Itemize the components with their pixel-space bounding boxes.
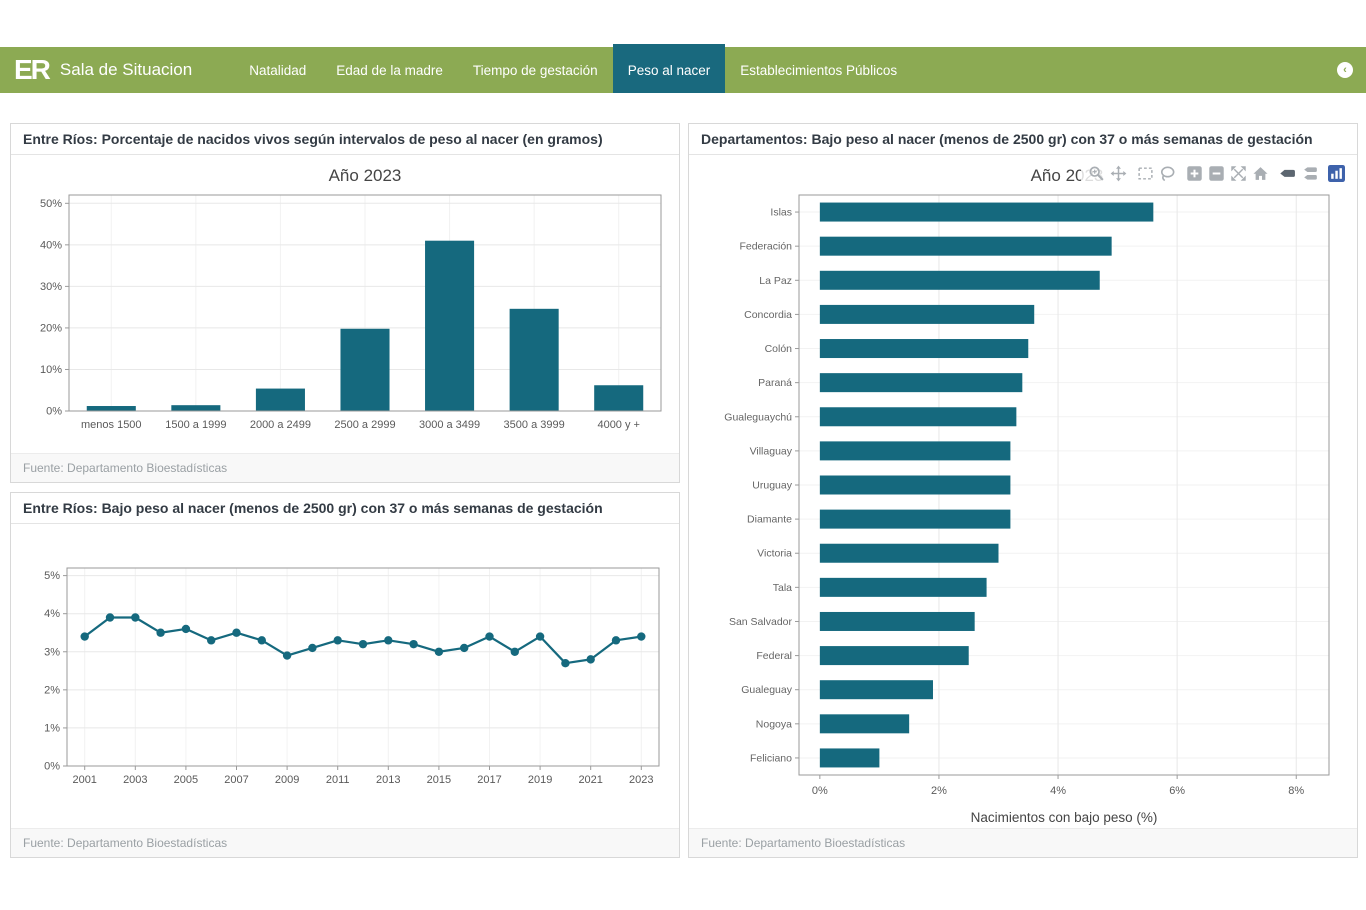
svg-text:6%: 6% xyxy=(1169,785,1185,797)
nav-item-tiempo-de-gestacion[interactable]: Tiempo de gestación xyxy=(458,47,613,93)
nav-item-edad-de-la-madre[interactable]: Edad de la madre xyxy=(321,47,458,93)
panel-departments-body: Año 2023 Islas Federación La Paz Concordia C… xyxy=(689,155,1357,828)
svg-text:2000 a 2499: 2000 a 2499 xyxy=(250,419,311,431)
panel-low-weight-trend: Entre Ríos: Bajo peso al nacer (menos de… xyxy=(10,492,680,858)
modebar-zoom-button[interactable] xyxy=(1088,165,1105,182)
svg-text:8%: 8% xyxy=(1288,785,1304,797)
svg-text:Gualeguay: Gualeguay xyxy=(741,684,793,696)
svg-text:Concordia: Concordia xyxy=(744,309,792,321)
brand: ER Sala de Situacion xyxy=(0,47,212,93)
svg-text:San Salvador: San Salvador xyxy=(729,616,793,628)
svg-text:Diamante: Diamante xyxy=(747,514,792,526)
svg-text:5%: 5% xyxy=(44,570,60,582)
svg-text:La Paz: La Paz xyxy=(759,275,792,287)
svg-text:20%: 20% xyxy=(40,322,62,334)
svg-text:3000 a 3499: 3000 a 3499 xyxy=(419,419,480,431)
collapse-button[interactable]: ‹ xyxy=(1337,62,1353,78)
svg-text:0%: 0% xyxy=(44,761,60,773)
modebar-plotly-logo[interactable] xyxy=(1328,165,1345,182)
modebar-zoom-in-button[interactable] xyxy=(1186,165,1203,182)
plotly-modebar xyxy=(1081,164,1347,183)
svg-text:Federal: Federal xyxy=(756,650,792,662)
chart-title-weights: Año 2023 xyxy=(17,157,673,189)
panel-weight-intervals: Entre Ríos: Porcentaje de nacidos vivos … xyxy=(10,123,680,483)
svg-text:Villaguay: Villaguay xyxy=(750,445,793,457)
svg-text:Gualeguaychú: Gualeguaychú xyxy=(724,411,792,423)
svg-text:2015: 2015 xyxy=(427,774,451,786)
svg-text:Nogoya: Nogoya xyxy=(756,718,792,730)
svg-text:Tala: Tala xyxy=(773,582,792,594)
svg-text:2003: 2003 xyxy=(123,774,147,786)
panel-low-weight-trend-body: 0% 1% 2% 3% 4% 5% 2001 2003 2005 2007 2009 2011 2013… xyxy=(11,524,679,828)
modebar-autoscale-button[interactable] xyxy=(1230,165,1247,182)
svg-text:3500 a 3999: 3500 a 3999 xyxy=(504,419,565,431)
svg-text:2001: 2001 xyxy=(72,774,96,786)
source-note-trend: Fuente: Departamento Bioestadísticas xyxy=(11,828,679,857)
svg-text:30%: 30% xyxy=(40,281,62,293)
chart-header-row: Año 2023 xyxy=(695,157,1351,191)
panel-weight-intervals-body: Año 2023 0% 10% 20% 30% 40% 50% menos 1500 1500… xyxy=(11,155,679,453)
svg-text:2007: 2007 xyxy=(224,774,248,786)
modebar-zoom-out-button[interactable] xyxy=(1208,165,1225,182)
source-note-weights: Fuente: Departamento Bioestadísticas xyxy=(11,453,679,482)
nav-item-establecimientos-publicos[interactable]: Establecimientos Públicos xyxy=(725,47,912,93)
svg-text:2009: 2009 xyxy=(275,774,299,786)
svg-text:Uruguay: Uruguay xyxy=(752,480,792,492)
svg-text:2011: 2011 xyxy=(326,774,350,786)
svg-text:menos 1500: menos 1500 xyxy=(81,419,142,431)
left-column: Entre Ríos: Porcentaje de nacidos vivos … xyxy=(10,123,680,858)
svg-text:Victoria: Victoria xyxy=(757,548,792,560)
panel-departments-title: Departamentos: Bajo peso al nacer (menos… xyxy=(689,124,1357,155)
svg-text:Colón: Colón xyxy=(765,343,793,355)
svg-text:50%: 50% xyxy=(40,198,62,210)
svg-text:2013: 2013 xyxy=(376,774,400,786)
panel-weight-intervals-title: Entre Ríos: Porcentaje de nacidos vivos … xyxy=(11,124,679,155)
top-navbar: ER Sala de Situacion NatalidadEdad de la… xyxy=(0,47,1366,93)
modebar-compare-hover-button[interactable] xyxy=(1301,165,1318,182)
nav-item-peso-al-nacer[interactable]: Peso al nacer xyxy=(613,44,726,93)
svg-text:Islas: Islas xyxy=(770,207,792,219)
svg-text:2500 a 2999: 2500 a 2999 xyxy=(334,419,395,431)
dashboard-content: Entre Ríos: Porcentaje de nacidos vivos … xyxy=(10,123,1356,858)
panel-low-weight-trend-title: Entre Ríos: Bajo peso al nacer (menos de… xyxy=(11,493,679,524)
panel-departments: Departamentos: Bajo peso al nacer (menos… xyxy=(688,123,1358,858)
svg-text:10%: 10% xyxy=(40,364,62,376)
svg-text:2%: 2% xyxy=(931,785,947,797)
bar-chart-weight-intervals[interactable]: 0% 10% 20% 30% 40% 50% menos 1500 1500 a 1999 20… xyxy=(17,189,673,451)
svg-text:4%: 4% xyxy=(1050,785,1066,797)
svg-text:3%: 3% xyxy=(44,646,60,658)
svg-text:1500 a 1999: 1500 a 1999 xyxy=(165,419,226,431)
app-title: Sala de Situacion xyxy=(60,60,192,80)
modebar-lasso-select-button[interactable] xyxy=(1159,165,1176,182)
svg-text:Federación: Federación xyxy=(739,241,792,253)
hbar-chart-departments[interactable]: Islas Federación La Paz Concordia Colón Paran… xyxy=(695,191,1351,831)
right-column: Departamentos: Bajo peso al nacer (menos… xyxy=(688,123,1358,858)
modebar-reset-axes-button[interactable] xyxy=(1252,165,1269,182)
nav-item-natalidad[interactable]: Natalidad xyxy=(234,47,321,93)
svg-text:2021: 2021 xyxy=(578,774,602,786)
svg-text:2019: 2019 xyxy=(528,774,552,786)
svg-text:4000 y +: 4000 y + xyxy=(597,419,640,431)
svg-text:2%: 2% xyxy=(44,684,60,696)
er-logo: ER xyxy=(14,56,49,84)
modebar-toggle-closest-hover-button[interactable] xyxy=(1279,165,1296,182)
svg-text:2023: 2023 xyxy=(629,774,653,786)
svg-text:4%: 4% xyxy=(44,608,60,620)
page: ER Sala de Situacion NatalidadEdad de la… xyxy=(0,0,1366,910)
modebar-box-select-button[interactable] xyxy=(1137,165,1154,182)
source-note-departments: Fuente: Departamento Bioestadísticas xyxy=(689,828,1357,857)
nav-tabs: NatalidadEdad de la madreTiempo de gesta… xyxy=(234,47,912,93)
svg-text:0%: 0% xyxy=(812,785,828,797)
modebar-pan-button[interactable] xyxy=(1110,165,1127,182)
svg-text:2017: 2017 xyxy=(477,774,501,786)
svg-text:2005: 2005 xyxy=(174,774,198,786)
svg-text:Nacimientos con bajo peso (%): Nacimientos con bajo peso (%) xyxy=(971,810,1158,825)
svg-text:40%: 40% xyxy=(40,239,62,251)
chevron-left-icon: ‹ xyxy=(1343,65,1347,76)
svg-text:0%: 0% xyxy=(46,406,62,418)
svg-text:Paraná: Paraná xyxy=(758,377,792,389)
svg-text:Feliciano: Feliciano xyxy=(750,752,792,764)
svg-text:1%: 1% xyxy=(44,722,60,734)
line-chart-low-weight-trend[interactable]: 0% 1% 2% 3% 4% 5% 2001 2003 2005 2007 2009 2011 2013… xyxy=(17,560,673,800)
